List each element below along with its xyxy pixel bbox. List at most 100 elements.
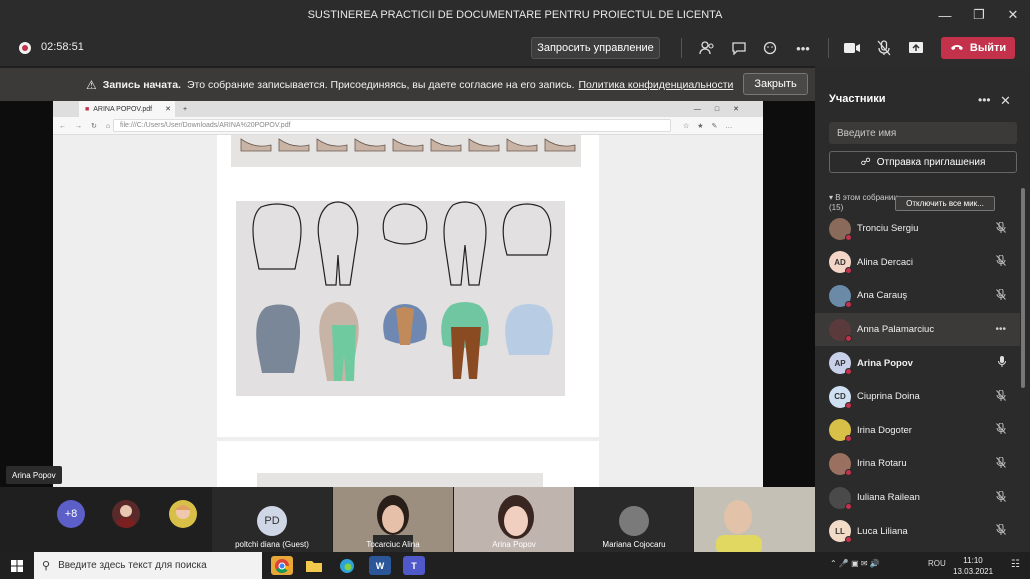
- participant-row[interactable]: Tronciu Sergiu: [815, 212, 1020, 246]
- mic-icon[interactable]: [998, 356, 1006, 370]
- toolbar-divider: [681, 38, 682, 58]
- chrome-icon[interactable]: [271, 556, 293, 575]
- phone-hangup-icon: [950, 42, 964, 54]
- mic-muted-icon[interactable]: [996, 523, 1006, 538]
- new-tab-icon[interactable]: +: [183, 106, 187, 113]
- avatar: [829, 318, 852, 342]
- pdf-icon: ■: [85, 105, 90, 113]
- participant-name: Tronciu Sergiu: [857, 223, 919, 235]
- presence-status-icon: [845, 468, 852, 476]
- leave-button[interactable]: Выйти: [941, 37, 1015, 59]
- keyboard-language[interactable]: ROU: [928, 559, 946, 568]
- in-meeting-header[interactable]: ▾ В этом собрании (15): [829, 193, 898, 213]
- mic-muted-icon[interactable]: [996, 456, 1006, 471]
- more-options-icon[interactable]: •••: [995, 324, 1006, 335]
- avatar: [829, 217, 852, 241]
- file-explorer-icon[interactable]: [303, 556, 325, 575]
- participant-name: Ciuprina Doina: [857, 391, 920, 403]
- presence-status-icon: [845, 435, 852, 443]
- participant-row[interactable]: LL Luca Liliana: [815, 514, 1020, 548]
- close-panel-icon[interactable]: ✕: [1000, 93, 1011, 109]
- more-options-icon[interactable]: •••: [978, 93, 991, 107]
- window-controls: — ❐ ✕: [928, 0, 1030, 30]
- video-tile[interactable]: PD poltchi diana (Guest): [212, 487, 332, 552]
- camera-icon[interactable]: [841, 38, 863, 58]
- shoes-illustration: [231, 135, 581, 167]
- mic-muted-icon[interactable]: [996, 389, 1006, 404]
- edge-icon[interactable]: [336, 556, 358, 575]
- avatar: [829, 284, 852, 308]
- participant-row[interactable]: Iuliana Railean: [815, 481, 1020, 515]
- reactions-icon[interactable]: [760, 38, 782, 58]
- browser-nav-icons[interactable]: ←→↻⌂: [59, 122, 119, 130]
- participant-name: Iuliana Railean: [857, 492, 920, 504]
- participant-row[interactable]: Ana Carauş: [815, 279, 1020, 313]
- request-control-button[interactable]: Запросить управление: [531, 37, 660, 59]
- video-tile-name: poltchi diana (Guest): [235, 540, 309, 549]
- close-banner-button[interactable]: Закрыть: [743, 73, 808, 95]
- participants-scrollbar[interactable]: [1021, 188, 1025, 388]
- share-icon: ☍: [860, 156, 871, 168]
- browser-window-controls[interactable]: —□✕: [694, 105, 753, 113]
- more-actions-icon[interactable]: •••: [792, 38, 814, 58]
- participant-name: Anna Palamarciuc: [857, 324, 935, 336]
- tray-icons[interactable]: ⌃ 🎤 ▣ ✉ 🔊: [830, 559, 880, 568]
- video-tile[interactable]: Tocarciuc Alina: [333, 487, 453, 552]
- mic-muted-icon[interactable]: [996, 422, 1006, 437]
- close-window-icon[interactable]: ✕: [996, 0, 1030, 30]
- participant-row[interactable]: AP Arina Popov: [815, 346, 1020, 380]
- more-participants-button[interactable]: +8: [57, 500, 85, 528]
- toolbar-divider: [828, 38, 829, 58]
- leave-label: Выйти: [969, 42, 1007, 54]
- taskbar-clock[interactable]: 11:10 13.03.2021: [953, 555, 993, 577]
- avatar: [169, 500, 197, 528]
- mic-muted-icon[interactable]: [996, 254, 1006, 269]
- participant-row[interactable]: Irina Rotaru: [815, 447, 1020, 481]
- participant-row[interactable]: Irina Dogoter: [815, 414, 1020, 448]
- browser-toolbar-icons[interactable]: ☆★✎…: [683, 122, 740, 130]
- teams-icon[interactable]: T: [403, 556, 425, 575]
- participant-row[interactable]: AD Alina Dercaci: [815, 246, 1020, 280]
- avatar: [112, 500, 140, 528]
- participant-name: Irina Dogoter: [857, 424, 912, 436]
- chat-icon[interactable]: [728, 38, 750, 58]
- clock-date: 13.03.2021: [953, 567, 994, 576]
- privacy-policy-link[interactable]: Политика конфиденциальности: [579, 79, 734, 91]
- mic-muted-icon[interactable]: [996, 490, 1006, 505]
- maximize-icon[interactable]: ❐: [962, 0, 996, 30]
- share-screen-icon[interactable]: [905, 38, 927, 58]
- mic-muted-icon[interactable]: [996, 221, 1006, 236]
- send-invite-button[interactable]: ☍ Отправка приглашения: [829, 151, 1017, 173]
- mic-muted-icon[interactable]: [873, 38, 895, 58]
- pdf-viewer[interactable]: [53, 135, 763, 487]
- participant-name: Arina Popov: [857, 357, 913, 369]
- presence-status-icon: [845, 233, 852, 241]
- participant-row[interactable]: Anna Palamarciuc •••: [815, 312, 1020, 347]
- participant-search-input[interactable]: Введите имя: [829, 122, 1017, 144]
- banner-text: Это собрание записывается. Присоединяясь…: [186, 78, 575, 91]
- notifications-icon[interactable]: ☷: [1011, 559, 1020, 570]
- taskbar-search-input[interactable]: ⚲ Введите здесь текст для поиска: [34, 552, 262, 579]
- browser-nav-bar: ←→↻⌂ file:///C:/Users/User/Downloads/ARI…: [53, 117, 763, 135]
- mute-all-button[interactable]: Отключить все мик...: [895, 196, 995, 211]
- windows-start-icon[interactable]: [0, 552, 34, 579]
- minimize-icon[interactable]: —: [928, 0, 962, 30]
- browser-tab[interactable]: ■ ARINA POPOV.pdf ✕: [79, 101, 175, 117]
- mic-muted-icon[interactable]: [996, 288, 1006, 303]
- avatar: AP: [829, 352, 852, 376]
- tab-close-icon[interactable]: ✕: [165, 105, 171, 113]
- avatar: [619, 506, 649, 536]
- video-tile[interactable]: Arina Popov: [454, 487, 574, 552]
- address-bar[interactable]: file:///C:/Users/User/Downloads/ARINA%20…: [113, 119, 671, 132]
- meeting-toolbar: 02:58:51 Запросить управление ••• Выйти: [0, 30, 1030, 66]
- participant-video: [694, 487, 815, 552]
- participants-icon[interactable]: [696, 38, 718, 58]
- participant-row[interactable]: CD Ciuprina Doina: [815, 380, 1020, 414]
- window-title: SUSTINEREA PRACTICII DE DOCUMENTARE PENT…: [307, 9, 723, 21]
- word-icon[interactable]: W: [369, 556, 391, 575]
- video-tile[interactable]: [694, 487, 815, 552]
- video-tile[interactable]: Mariana Cojocaru: [575, 487, 693, 552]
- avatar: [829, 486, 852, 510]
- avatar: LL: [829, 520, 852, 544]
- presence-status-icon: [845, 267, 852, 275]
